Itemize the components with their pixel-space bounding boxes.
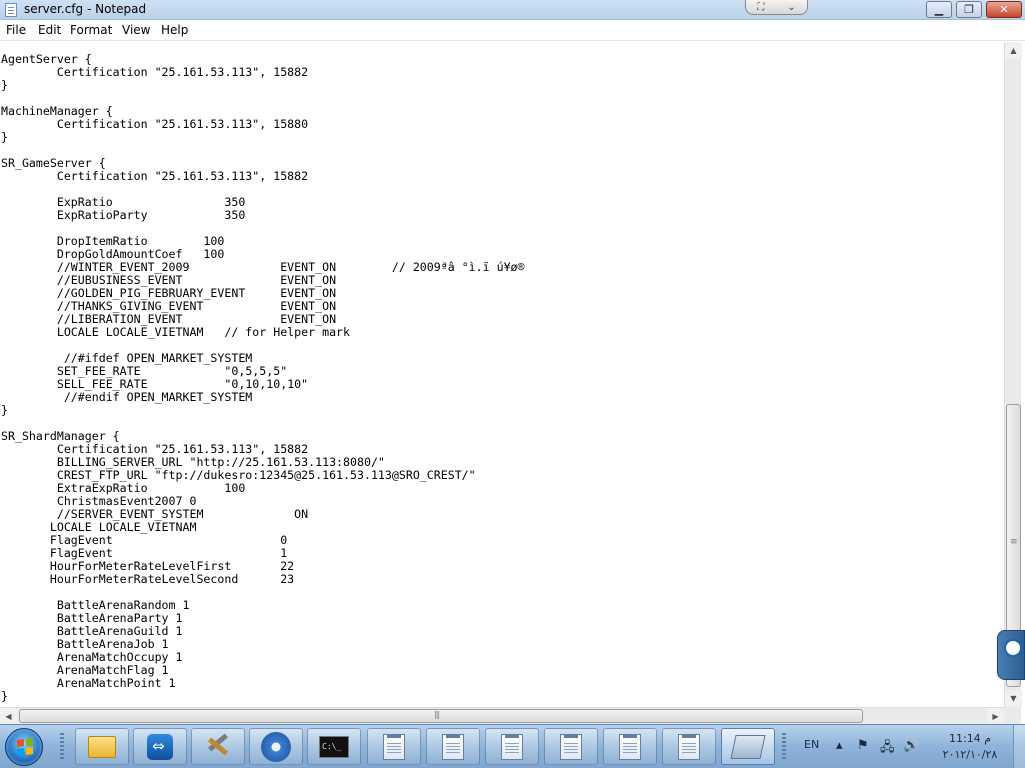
- close-icon: ✕: [999, 3, 1009, 16]
- teamviewer-side-panel-icon[interactable]: [997, 630, 1025, 680]
- scroll-right-arrow-icon[interactable]: ▶: [987, 708, 1004, 725]
- editor-content[interactable]: AgentServer { Certification "25.161.53.1…: [1, 53, 525, 703]
- notepad-icon: [730, 734, 766, 759]
- network-icon[interactable]: 🖧: [880, 738, 895, 760]
- teamviewer-toolbar-tab[interactable]: ⛶ ⌄: [745, 0, 808, 15]
- clock-date[interactable]: ٢٠١٢/١٠/٢٨: [930, 748, 1010, 761]
- horizontal-scroll-thumb[interactable]: [19, 709, 863, 723]
- taskbar-tools[interactable]: [191, 728, 245, 765]
- taskbar-media-player[interactable]: [249, 728, 303, 765]
- taskbar-cmd[interactable]: C:\_: [307, 728, 361, 765]
- notepad-icon: [619, 733, 641, 760]
- notepad-icon: [5, 3, 17, 17]
- text-editor[interactable]: AgentServer { Certification "25.161.53.1…: [0, 42, 1004, 707]
- menu-view[interactable]: View: [122, 23, 150, 37]
- menu-file[interactable]: File: [6, 23, 26, 37]
- teamviewer-icon: [147, 733, 173, 760]
- system-tray: EN ▴ ⚑ 🖧 🔊 11:14 م ٢٠١٢/١٠/٢٨: [790, 725, 1025, 768]
- action-center-icon[interactable]: ⚑: [857, 738, 869, 753]
- menu-format[interactable]: Format: [70, 23, 112, 37]
- show-desktop-button[interactable]: [1013, 725, 1025, 768]
- notepad-icon: [383, 733, 405, 760]
- taskbar-notepad-4[interactable]: [544, 728, 598, 765]
- menu-bar: File Edit Format View Help: [0, 20, 1025, 41]
- clock-time[interactable]: 11:14 م: [940, 732, 1000, 745]
- command-prompt-icon: C:\_: [319, 735, 349, 758]
- media-player-icon: [261, 731, 291, 762]
- taskbar-notepad-active[interactable]: [721, 728, 775, 765]
- menu-help[interactable]: Help: [161, 23, 188, 37]
- taskbar-notepad-2[interactable]: [426, 728, 480, 765]
- taskbar-notepad-6[interactable]: [662, 728, 716, 765]
- chevron-down-icon[interactable]: ⌄: [787, 2, 795, 13]
- notepad-icon: [501, 733, 523, 760]
- menu-edit[interactable]: Edit: [38, 23, 61, 37]
- notepad-icon: [442, 733, 464, 760]
- taskbar-notepad-5[interactable]: [603, 728, 657, 765]
- title-bar: server.cfg - Notepad ⛶ ⌄ ▁ ❐ ✕: [0, 0, 1025, 20]
- minimize-icon: ▁: [934, 3, 944, 16]
- maximize-button[interactable]: ❐: [956, 1, 982, 18]
- taskbar-grip: [60, 733, 64, 761]
- folder-icon: [88, 735, 116, 758]
- window-title: server.cfg - Notepad: [24, 2, 147, 16]
- taskbar-explorer[interactable]: [75, 728, 129, 765]
- size-grip: [1004, 707, 1021, 724]
- notepad-icon: [560, 733, 582, 760]
- scroll-down-arrow-icon[interactable]: ▼: [1005, 690, 1022, 707]
- taskbar-notepad-3[interactable]: [485, 728, 539, 765]
- close-button[interactable]: ✕: [986, 1, 1022, 18]
- taskbar-grip: [782, 733, 786, 761]
- expand-icon[interactable]: ⛶: [757, 2, 764, 13]
- vertical-scrollbar[interactable]: ▲ ▼: [1004, 42, 1022, 707]
- scroll-up-arrow-icon[interactable]: ▲: [1005, 42, 1022, 59]
- horizontal-scrollbar[interactable]: ◀ ▶: [0, 707, 1004, 725]
- show-hidden-icons-icon[interactable]: ▴: [836, 738, 843, 753]
- restore-icon: ❐: [964, 3, 974, 16]
- taskbar-notepad-1[interactable]: [367, 728, 421, 765]
- minimize-button[interactable]: ▁: [926, 1, 952, 18]
- language-indicator[interactable]: EN: [804, 738, 819, 751]
- scroll-left-arrow-icon[interactable]: ◀: [0, 708, 17, 725]
- notepad-icon: [678, 733, 700, 760]
- taskbar-teamviewer[interactable]: [133, 728, 187, 765]
- taskbar: C:\_ EN ▴ ⚑ 🖧 🔊 11:14 م ٢٠١٢/١٠/٢٨: [0, 724, 1025, 768]
- start-button[interactable]: [5, 728, 43, 766]
- tools-icon: [204, 734, 232, 760]
- volume-icon[interactable]: 🔊: [903, 738, 919, 753]
